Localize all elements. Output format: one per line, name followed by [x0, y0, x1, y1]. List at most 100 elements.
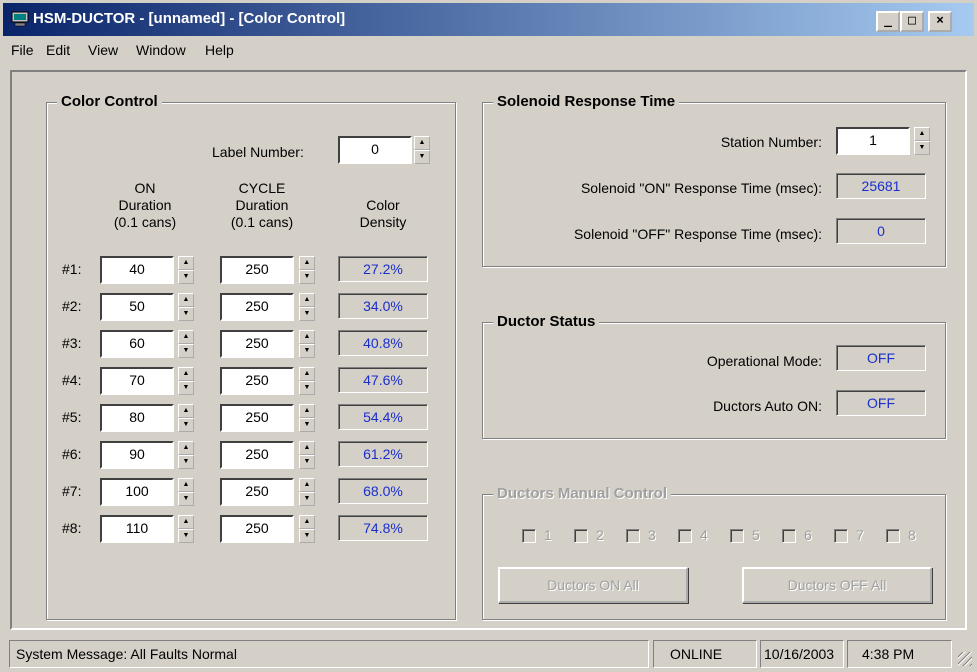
spin-up-icon[interactable]: ▲ [414, 136, 430, 150]
menu-file[interactable]: File [11, 42, 34, 58]
spin-down-icon[interactable]: ▼ [299, 307, 315, 321]
color-density-value-1: 27.2% [338, 256, 428, 282]
spin-up-icon[interactable]: ▲ [178, 404, 194, 418]
on-duration-spinner-3[interactable]: ▲ ▼ [178, 330, 194, 358]
spin-down-icon[interactable]: ▼ [178, 381, 194, 395]
spin-down-icon[interactable]: ▼ [178, 529, 194, 543]
cycle-duration-input-6[interactable]: 250 [220, 441, 294, 469]
spin-up-icon[interactable]: ▲ [299, 441, 315, 455]
spin-up-icon[interactable]: ▲ [178, 515, 194, 529]
menu-window[interactable]: Window [136, 42, 186, 58]
spin-down-icon[interactable]: ▼ [414, 150, 430, 164]
on-duration-input-5[interactable]: 80 [100, 404, 174, 432]
status-bar: System Message: All Faults Normal ONLINE… [3, 637, 974, 669]
spin-down-icon[interactable]: ▼ [299, 381, 315, 395]
ductor-checkbox-4[interactable] [678, 529, 692, 543]
cycle-duration-input-1[interactable]: 250 [220, 256, 294, 284]
spin-up-icon[interactable]: ▲ [299, 256, 315, 270]
cycle-duration-input-3[interactable]: 250 [220, 330, 294, 358]
ductors-on-all-button[interactable]: Ductors ON All [498, 567, 688, 603]
spin-down-icon[interactable]: ▼ [178, 307, 194, 321]
spin-up-icon[interactable]: ▲ [299, 293, 315, 307]
spin-down-icon[interactable]: ▼ [299, 492, 315, 506]
spin-down-icon[interactable]: ▼ [178, 455, 194, 469]
spin-up-icon[interactable]: ▲ [178, 478, 194, 492]
cycle-duration-spinner-3[interactable]: ▲ ▼ [299, 330, 315, 358]
cycle-duration-input-7[interactable]: 250 [220, 478, 294, 506]
on-duration-spinner-2[interactable]: ▲ ▼ [178, 293, 194, 321]
spin-down-icon[interactable]: ▼ [299, 418, 315, 432]
cycle-duration-spinner-5[interactable]: ▲ ▼ [299, 404, 315, 432]
ductor-checkbox-label-5: 5 [752, 527, 760, 543]
spin-up-icon[interactable]: ▲ [299, 515, 315, 529]
cycle-duration-input-8[interactable]: 250 [220, 515, 294, 543]
title-bar[interactable]: HSM-DUCTOR - [unnamed] - [Color Control]… [0, 0, 977, 36]
minimize-button[interactable]: _ [876, 11, 900, 32]
spin-up-icon[interactable]: ▲ [299, 330, 315, 344]
spin-up-icon[interactable]: ▲ [299, 404, 315, 418]
on-duration-input-4[interactable]: 70 [100, 367, 174, 395]
spin-up-icon[interactable]: ▲ [178, 330, 194, 344]
spin-up-icon[interactable]: ▲ [178, 293, 194, 307]
spin-down-icon[interactable]: ▼ [914, 141, 930, 155]
on-duration-input-2[interactable]: 50 [100, 293, 174, 321]
spin-down-icon[interactable]: ▼ [178, 344, 194, 358]
spin-up-icon[interactable]: ▲ [178, 441, 194, 455]
cycle-duration-input-4[interactable]: 250 [220, 367, 294, 395]
spin-up-icon[interactable]: ▲ [914, 127, 930, 141]
ductor-checkbox-5[interactable] [730, 529, 744, 543]
ductor-checkbox-label-8: 8 [908, 527, 916, 543]
menu-help[interactable]: Help [205, 42, 234, 58]
on-duration-spinner-7[interactable]: ▲ ▼ [178, 478, 194, 506]
resize-grip-icon[interactable] [958, 652, 972, 666]
spin-down-icon[interactable]: ▼ [299, 344, 315, 358]
on-duration-spinner-1[interactable]: ▲ ▼ [178, 256, 194, 284]
spin-up-icon[interactable]: ▲ [178, 256, 194, 270]
on-duration-input-7[interactable]: 100 [100, 478, 174, 506]
ductor-checkbox-3[interactable] [626, 529, 640, 543]
spin-up-icon[interactable]: ▲ [299, 478, 315, 492]
on-duration-spinner-8[interactable]: ▲ ▼ [178, 515, 194, 543]
cycle-duration-input-5[interactable]: 250 [220, 404, 294, 432]
color-density-value-2: 34.0% [338, 293, 428, 319]
station-number-input[interactable]: 1 [836, 127, 910, 155]
ductor-checkbox-2[interactable] [574, 529, 588, 543]
spin-down-icon[interactable]: ▼ [299, 455, 315, 469]
spin-down-icon[interactable]: ▼ [299, 529, 315, 543]
cycle-duration-spinner-1[interactable]: ▲ ▼ [299, 256, 315, 284]
label-number-spinner[interactable]: ▲ ▼ [414, 136, 430, 164]
spin-up-icon[interactable]: ▲ [299, 367, 315, 381]
on-duration-input-1[interactable]: 40 [100, 256, 174, 284]
menu-edit[interactable]: Edit [46, 42, 70, 58]
row-label-4: #4: [62, 372, 82, 388]
ductors-off-all-button[interactable]: Ductors OFF All [742, 567, 932, 603]
color-control-title: Color Control [57, 93, 162, 110]
ductor-checkbox-7[interactable] [834, 529, 848, 543]
spin-down-icon[interactable]: ▼ [178, 418, 194, 432]
label-number-input[interactable]: 0 [338, 136, 412, 164]
cycle-duration-spinner-7[interactable]: ▲ ▼ [299, 478, 315, 506]
maximize-button[interactable]: □ [900, 11, 924, 32]
ductor-checkbox-6[interactable] [782, 529, 796, 543]
cycle-duration-spinner-6[interactable]: ▲ ▼ [299, 441, 315, 469]
spin-down-icon[interactable]: ▼ [299, 270, 315, 284]
close-button[interactable]: × [928, 11, 952, 32]
cycle-duration-spinner-2[interactable]: ▲ ▼ [299, 293, 315, 321]
on-duration-input-3[interactable]: 60 [100, 330, 174, 358]
spin-down-icon[interactable]: ▼ [178, 492, 194, 506]
cycle-duration-spinner-8[interactable]: ▲ ▼ [299, 515, 315, 543]
spin-up-icon[interactable]: ▲ [178, 367, 194, 381]
on-duration-spinner-5[interactable]: ▲ ▼ [178, 404, 194, 432]
ductor-checkbox-1[interactable] [522, 529, 536, 543]
cycle-duration-input-2[interactable]: 250 [220, 293, 294, 321]
operational-mode-value: OFF [836, 345, 926, 371]
cycle-duration-spinner-4[interactable]: ▲ ▼ [299, 367, 315, 395]
station-number-spinner[interactable]: ▲ ▼ [914, 127, 930, 155]
on-duration-input-8[interactable]: 110 [100, 515, 174, 543]
on-duration-input-6[interactable]: 90 [100, 441, 174, 469]
on-duration-spinner-6[interactable]: ▲ ▼ [178, 441, 194, 469]
on-duration-spinner-4[interactable]: ▲ ▼ [178, 367, 194, 395]
menu-view[interactable]: View [88, 42, 118, 58]
ductor-checkbox-8[interactable] [886, 529, 900, 543]
spin-down-icon[interactable]: ▼ [178, 270, 194, 284]
